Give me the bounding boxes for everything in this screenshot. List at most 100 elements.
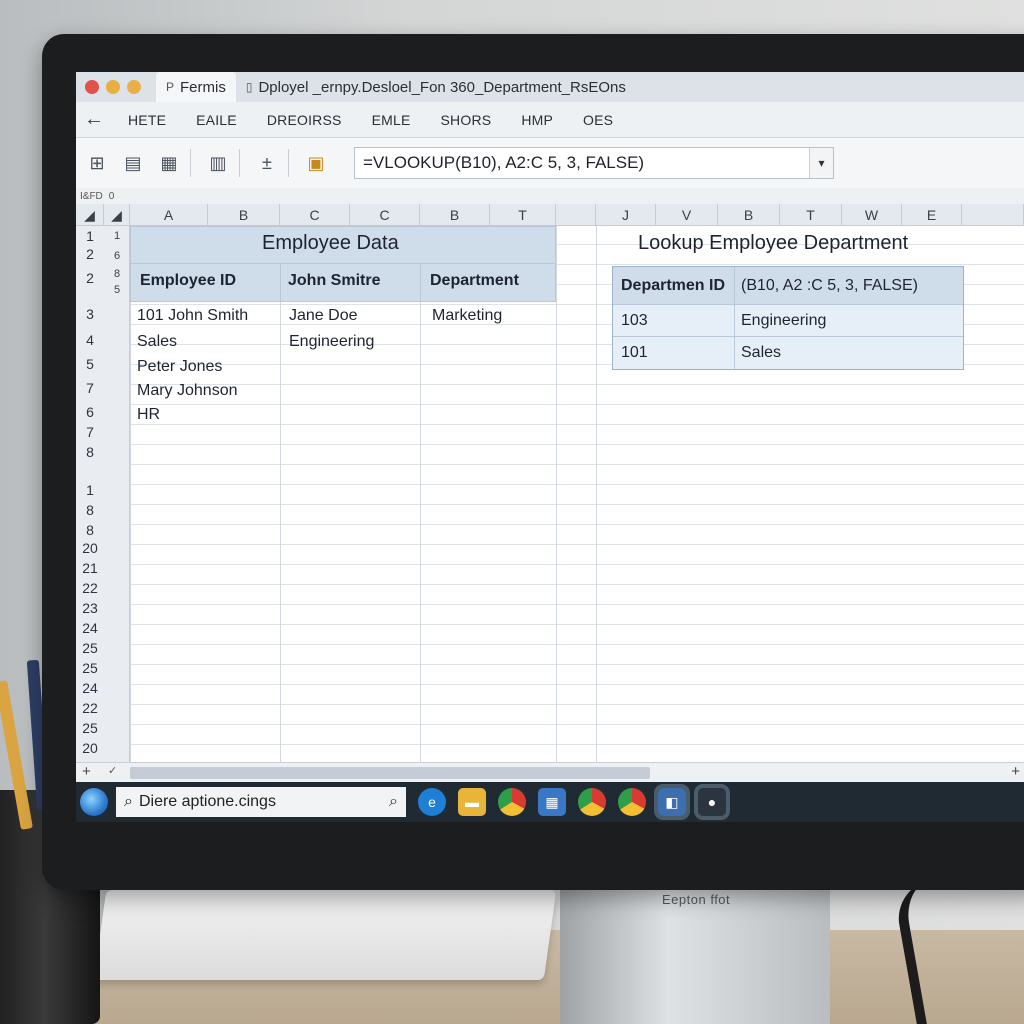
lookup-id-cell[interactable]: 103 bbox=[613, 305, 735, 336]
menu-item-eaile[interactable]: EAILE bbox=[180, 112, 251, 128]
cell[interactable]: HR bbox=[137, 406, 160, 424]
column-header[interactable]: A bbox=[130, 204, 208, 226]
row-header[interactable]: 7 bbox=[76, 380, 104, 396]
lookup-formula-header[interactable]: (B10, A2 :C 5, 3, FALSE) bbox=[735, 267, 963, 304]
folder-icon[interactable]: ▬ bbox=[458, 788, 486, 816]
lookup-id-cell[interactable]: 101 bbox=[613, 337, 735, 369]
check-icon[interactable]: ✓ bbox=[108, 764, 117, 777]
lookup-id-header[interactable]: Departmen ID bbox=[613, 267, 735, 304]
paste-icon[interactable]: ▤ bbox=[118, 148, 148, 178]
row-header[interactable]: 8 bbox=[76, 444, 104, 460]
chevron-down-icon[interactable]: ▾ bbox=[809, 148, 833, 178]
row-header[interactable]: 1 bbox=[76, 482, 104, 498]
row-header[interactable]: 8 bbox=[76, 502, 104, 518]
cell[interactable]: Marketing bbox=[432, 307, 502, 325]
cell[interactable]: Jane Doe bbox=[289, 307, 358, 325]
column-header[interactable]: B bbox=[420, 204, 490, 226]
column-header[interactable]: J bbox=[596, 204, 656, 226]
column-header[interactable]: T bbox=[490, 204, 556, 226]
menu-item-hete[interactable]: HETE bbox=[112, 112, 180, 128]
add-sheet-icon[interactable]: + bbox=[82, 763, 91, 780]
format-icon[interactable]: ▦ bbox=[154, 148, 184, 178]
row-header[interactable]: 25 bbox=[76, 720, 104, 736]
row-header[interactable]: 2 bbox=[76, 270, 104, 286]
row-header[interactable]: 22 bbox=[76, 580, 104, 596]
column-header[interactable]: E bbox=[902, 204, 962, 226]
column-header[interactable]: B bbox=[718, 204, 780, 226]
department-header[interactable]: Department bbox=[430, 272, 519, 290]
lookup-table: Departmen ID (B10, A2 :C 5, 3, FALSE) 10… bbox=[612, 266, 964, 370]
name-header[interactable]: John Smitre bbox=[288, 272, 380, 290]
horizontal-scrollbar[interactable] bbox=[130, 767, 650, 779]
lookup-table-title: Lookup Employee Department bbox=[638, 232, 909, 254]
row-header[interactable]: 3 bbox=[76, 306, 104, 322]
row-header[interactable]: 5 bbox=[76, 356, 104, 372]
lookup-dept-cell[interactable]: Sales bbox=[735, 337, 963, 369]
row-header[interactable]: 25 bbox=[76, 660, 104, 676]
row-header[interactable]: 24 bbox=[76, 680, 104, 696]
edge-icon[interactable]: e bbox=[418, 788, 446, 816]
column-header[interactable]: W bbox=[842, 204, 902, 226]
menu-item-hmp[interactable]: HMP bbox=[505, 112, 567, 128]
minimize-button[interactable] bbox=[106, 80, 120, 94]
lookup-dept-cell[interactable]: Engineering bbox=[735, 305, 963, 336]
add-icon[interactable]: ± bbox=[252, 148, 282, 178]
steam-icon[interactable]: ● bbox=[694, 784, 730, 820]
toolbar-divider bbox=[239, 149, 240, 177]
cell[interactable]: 101 John Smith bbox=[137, 307, 248, 325]
column-header[interactable]: C bbox=[350, 204, 420, 226]
close-button[interactable] bbox=[85, 80, 99, 94]
row-header[interactable]: 20 bbox=[76, 540, 104, 556]
column-header[interactable]: C bbox=[280, 204, 350, 226]
menu-item-dreoirss[interactable]: DREOIRSS bbox=[251, 112, 356, 128]
menu-item-oes[interactable]: OES bbox=[567, 112, 627, 128]
start-button[interactable] bbox=[80, 788, 108, 816]
row-header[interactable]: 23 bbox=[76, 600, 104, 616]
row-header[interactable]: 24 bbox=[76, 620, 104, 636]
row-header[interactable]: 4 bbox=[76, 332, 104, 348]
cell[interactable]: Mary Johnson bbox=[137, 382, 238, 400]
add-icon[interactable]: + bbox=[1011, 763, 1020, 780]
column-header[interactable]: B bbox=[208, 204, 280, 226]
column-header[interactable]: V bbox=[656, 204, 718, 226]
toolbar-divider bbox=[190, 149, 191, 177]
search-icon[interactable]: ⌕ bbox=[389, 793, 398, 811]
document-icon[interactable]: ▥ bbox=[203, 148, 233, 178]
row-header[interactable]: 8 bbox=[76, 522, 104, 538]
name-box[interactable]: I&FD bbox=[80, 191, 103, 202]
screen-bottom-bezel bbox=[76, 822, 1024, 842]
back-arrow-icon[interactable]: ← bbox=[76, 108, 112, 131]
chrome-icon[interactable] bbox=[618, 788, 646, 816]
taskbar-search[interactable]: ⌕ Diere aptione.cings ⌕ bbox=[116, 787, 406, 817]
menu-item-shors[interactable]: SHORS bbox=[425, 112, 506, 128]
network-icon[interactable]: ▦ bbox=[538, 788, 566, 816]
chrome-icon[interactable] bbox=[498, 788, 526, 816]
chrome-icon[interactable] bbox=[578, 788, 606, 816]
row-header[interactable]: 6 bbox=[76, 404, 104, 420]
cell[interactable]: Peter Jones bbox=[137, 358, 222, 376]
row-header[interactable]: 21 bbox=[76, 560, 104, 576]
tab-document[interactable]: ▯ Dployel _ernpy.Desloel_Fon 360_Departm… bbox=[236, 72, 636, 102]
maximize-button[interactable] bbox=[127, 80, 141, 94]
column-header[interactable] bbox=[556, 204, 596, 226]
column-header[interactable] bbox=[962, 204, 1024, 226]
row-header[interactable]: 22 bbox=[76, 700, 104, 716]
tab-fermis[interactable]: P Fermis bbox=[156, 72, 236, 102]
insert-icon[interactable]: ⊞ bbox=[82, 148, 112, 178]
row-header[interactable]: 1 bbox=[76, 228, 104, 244]
tab-label: Dployel _ernpy.Desloel_Fon 360_Departmen… bbox=[258, 78, 626, 96]
menu-item-emle[interactable]: EMLE bbox=[356, 112, 425, 128]
cell[interactable]: Sales bbox=[137, 333, 177, 351]
row-header[interactable]: 25 bbox=[76, 640, 104, 656]
employee-id-header[interactable]: Employee ID bbox=[140, 272, 236, 290]
lookup-header-row: Departmen ID (B10, A2 :C 5, 3, FALSE) bbox=[613, 267, 963, 305]
row-header[interactable]: 7 bbox=[76, 424, 104, 440]
row-header[interactable]: 20 bbox=[76, 740, 104, 756]
select-all-corner[interactable]: ◢ bbox=[76, 204, 104, 226]
store-icon[interactable]: ◧ bbox=[654, 784, 690, 820]
formula-bar[interactable]: =VLOOKUP(B10), A2:C 5, 3, FALSE) ▾ bbox=[354, 147, 834, 179]
cell[interactable]: Engineering bbox=[289, 333, 374, 351]
row-header[interactable]: 2 bbox=[76, 246, 104, 262]
folder-icon[interactable]: ▣ bbox=[301, 148, 331, 178]
column-header[interactable]: T bbox=[780, 204, 842, 226]
